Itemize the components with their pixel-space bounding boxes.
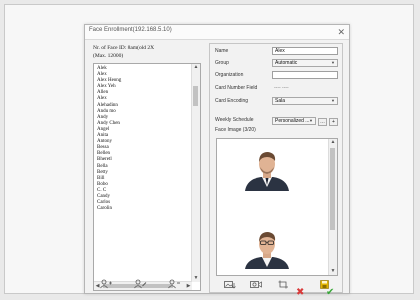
organization-label: Organization <box>215 72 244 78</box>
capture-photo-icon[interactable] <box>250 280 262 289</box>
person-list-items: Alek Alex Alex Heong Alex Yeh Allen Alex Aleha… <box>97 66 121 212</box>
schedule-add-button[interactable]: + <box>329 118 338 126</box>
add-person-icon[interactable] <box>99 279 113 289</box>
chevron-down-icon: ▼ <box>309 118 313 123</box>
scroll-up-icon[interactable]: ▲ <box>329 139 337 146</box>
card-encoding-value: Sala <box>275 98 286 104</box>
weekly-schedule-label: Weekly Schedule <box>215 117 254 123</box>
card-encoding-select[interactable]: Sala ▼ <box>272 97 338 105</box>
person-details-panel: Name Alex Group Automatic ▼ Organization… <box>209 43 343 293</box>
card-number-label: Card Number Field <box>215 85 258 91</box>
crop-photo-icon[interactable] <box>278 280 290 289</box>
face-photo[interactable] <box>237 225 297 269</box>
close-button[interactable]: ✕ <box>337 26 345 38</box>
scroll-up-icon[interactable]: ▲ <box>192 64 200 71</box>
window-title: Face Enrollment(192.168.5.10) <box>89 27 172 33</box>
group-label: Group <box>215 60 229 66</box>
delete-person-icon[interactable] <box>167 279 181 289</box>
chevron-down-icon: ▼ <box>331 98 335 103</box>
face-id-count: Nr. of Face ID: 8am(old 2X <box>93 45 155 51</box>
scroll-down-icon[interactable]: ▼ <box>329 268 337 275</box>
face-photo-toolbar <box>216 280 338 290</box>
face-photo[interactable] <box>237 147 297 191</box>
face-image-label: Face Image (3/20) <box>215 127 256 133</box>
card-number-value: ---- ---- <box>274 85 289 91</box>
name-label: Name <box>215 48 229 54</box>
weekly-schedule-select[interactable]: Personalized ... ▼ <box>272 117 316 125</box>
face-image-gallery[interactable]: ▲ ▼ <box>216 138 338 276</box>
face-gallery-scrollbar[interactable]: ▲ ▼ <box>328 139 337 275</box>
person-list[interactable]: Alek Alex Alex Heong Alex Yeh Allen Alex Aleha… <box>93 63 201 291</box>
weekly-schedule-value: Personalized ... <box>275 118 310 124</box>
face-id-max: (Max. 12000) <box>93 53 124 59</box>
cancel-button[interactable]: ✖ <box>296 288 304 298</box>
edit-person-icon[interactable] <box>133 279 147 289</box>
scroll-thumb[interactable] <box>193 86 198 106</box>
group-select[interactable]: Automatic ▼ <box>272 59 338 67</box>
name-input[interactable]: Alex <box>272 47 338 55</box>
list-item[interactable]: Alehadinn <box>97 103 121 109</box>
confirm-button[interactable]: ✔ <box>326 288 334 298</box>
person-list-vertical-scrollbar[interactable]: ▲ ▼ <box>191 64 200 282</box>
organization-input[interactable] <box>272 71 338 79</box>
title-bar: Face Enrollment(192.168.5.10) ✕ <box>85 25 349 40</box>
schedule-edit-button[interactable]: … <box>318 118 327 126</box>
list-item[interactable]: Carolin <box>97 206 121 212</box>
import-photo-icon[interactable] <box>224 280 236 289</box>
face-enrollment-dialog: Face Enrollment(192.168.5.10) ✕ Nr. of F… <box>84 24 350 294</box>
person-list-toolbar <box>93 279 201 291</box>
person-list-panel: Nr. of Face ID: 8am(old 2X (Max. 12000) … <box>93 43 203 293</box>
scroll-thumb[interactable] <box>330 148 335 230</box>
card-encoding-label: Card Encoding <box>215 98 249 104</box>
group-select-value: Automatic <box>275 60 298 66</box>
chevron-down-icon: ▼ <box>331 60 335 65</box>
